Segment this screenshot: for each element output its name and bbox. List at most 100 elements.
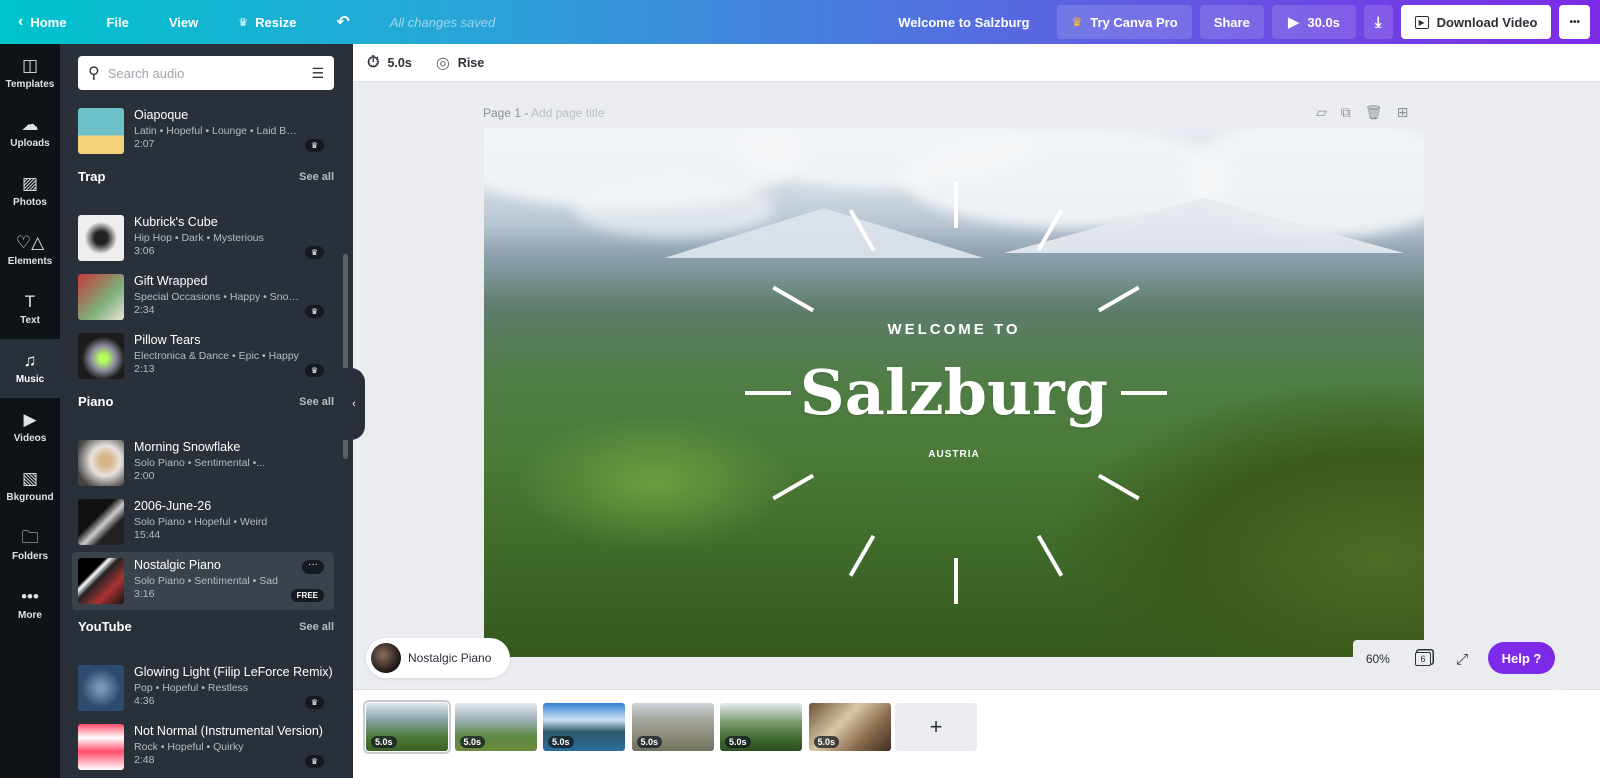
page-title-input[interactable]: Add page title (531, 106, 604, 120)
timeline-slide[interactable]: 5.0s (363, 700, 451, 754)
more-options-button[interactable]: ••• (1559, 5, 1590, 39)
track-duration: 2:48 (134, 754, 155, 766)
timeline-slide[interactable]: 5.0s (720, 703, 802, 751)
vertical-scrollbar[interactable] (1552, 82, 1566, 690)
rail-label: Photos (13, 197, 47, 208)
welcome-text[interactable]: WELCOME TO (484, 321, 1424, 338)
slide-duration: 5.0s (725, 736, 751, 748)
sunburst-ray (1097, 285, 1140, 313)
rail-label: Music (15, 374, 45, 385)
trash-icon[interactable]: 🗑 (1365, 104, 1383, 121)
track-duration: 2:13 (134, 363, 155, 375)
zoom-level[interactable]: 60% (1366, 652, 1390, 666)
share-button[interactable]: Share (1199, 5, 1264, 39)
see-all-link[interactable]: See all (299, 621, 334, 633)
sunburst-ray (1121, 391, 1167, 395)
animate-button[interactable]: ◎ Rise (436, 53, 484, 73)
rail-item-videos[interactable]: ▶ Videos (0, 398, 60, 457)
see-all-link[interactable]: See all (299, 396, 334, 408)
file-menu[interactable]: File (106, 15, 128, 30)
duplicate-page-icon[interactable]: ⧉ (1341, 104, 1351, 121)
help-button[interactable]: Help ? (1488, 642, 1555, 674)
audio-track[interactable]: Pillow Tears Electronica & Dance • Epic … (72, 327, 334, 385)
duration-button[interactable]: ⏱ 5.0s (367, 54, 412, 72)
rail-label: Templates (5, 79, 55, 90)
try-canva-pro-button[interactable]: ♛ Try Canva Pro (1057, 5, 1192, 39)
track-name: Kubrick's Cube (134, 215, 218, 229)
track-duration: 2:00 (134, 470, 155, 482)
crown-icon: ♛ (1071, 15, 1083, 29)
undo-icon: ↶ (336, 14, 350, 31)
page-grid-button[interactable]: 6 (1415, 652, 1431, 666)
resize-button[interactable]: ♛ Resize (238, 15, 296, 30)
track-tags: Hip Hop • Dark • Mysterious (134, 232, 264, 244)
download-video-button[interactable]: ▸ Download Video (1400, 5, 1552, 39)
rail-item-uploads[interactable]: ☁ Uploads (0, 103, 60, 162)
timeline-slide[interactable]: 5.0s (631, 703, 714, 751)
salzburg-title[interactable]: Salzburg (484, 356, 1424, 429)
collapse-panel-button[interactable]: ‹ (343, 368, 365, 440)
filter-sliders-icon[interactable]: ☰ (311, 65, 324, 82)
add-page-icon[interactable]: ⊞ (1397, 104, 1409, 121)
save-status: All changes saved (389, 14, 496, 30)
audio-track[interactable]: 2006-June-26 Solo Piano • Hopeful • Weir… (72, 493, 334, 551)
section-header-youtube: YouTube See all (78, 619, 334, 634)
free-badge: FREE (290, 589, 324, 602)
timeline-slide[interactable]: 5.0s (808, 703, 891, 751)
audio-track[interactable]: Morning Snowflake Solo Piano • Sentiment… (72, 434, 334, 492)
home-button[interactable]: ‹ Home (18, 13, 66, 31)
slide-duration: 5.0s (813, 736, 840, 748)
audio-track[interactable]: Oiapoque Latin • Hopeful • Lounge • Laid… (72, 102, 334, 160)
download-button[interactable]: ⤓ (1363, 5, 1393, 39)
pro-crown-badge: ♛ (304, 755, 324, 768)
play-button[interactable]: ▶ 30.0s (1271, 5, 1356, 39)
timeline-slide[interactable]: 5.0s (543, 703, 625, 751)
track-tags: Electronica & Dance • Epic • Happy (134, 350, 299, 362)
rail-item-bkground[interactable]: ▧ Bkground (0, 457, 60, 516)
view-menu[interactable]: View (169, 15, 198, 30)
section-header-trap: Trap See all (78, 169, 334, 184)
note-icon[interactable]: ▱ (1316, 104, 1327, 121)
undo-button[interactable]: ↶ (336, 12, 349, 32)
rail-item-elements[interactable]: ♡△ Elements (0, 221, 60, 280)
design-title[interactable]: Welcome to Salzburg (898, 15, 1029, 30)
rail-item-photos[interactable]: ▨ Photos (0, 162, 60, 221)
search-audio-input[interactable] (107, 65, 312, 81)
cloud-upload-icon: ☁ (21, 115, 39, 134)
design-canvas[interactable]: WELCOME TO Salzburg AUSTRIA (484, 128, 1424, 657)
rail-label: Text (20, 315, 40, 326)
video-icon: ▶ (23, 410, 37, 429)
add-slide-button[interactable]: + (895, 703, 977, 751)
audio-track[interactable]: Gift Wrapped Special Occasions • Happy •… (72, 268, 334, 326)
track-duration: 15:44 (134, 529, 161, 541)
audio-track-pill[interactable]: Nostalgic Piano (366, 638, 510, 678)
track-duration: 2:34 (134, 304, 155, 316)
rail-item-templates[interactable]: ◫ Templates (0, 44, 60, 103)
audio-track[interactable]: Nostalgic Piano Solo Piano • Sentimental… (72, 552, 334, 610)
sunburst-ray (954, 182, 958, 228)
horizontal-scrollbar[interactable] (353, 676, 1600, 690)
section-title: YouTube (78, 619, 132, 634)
audio-track[interactable]: Kubrick's Cube Hip Hop • Dark • Mysterio… (72, 209, 334, 267)
sunburst-ray (772, 285, 815, 313)
track-tags: Pop • Hopeful • Restless (134, 682, 249, 694)
rail-item-music[interactable]: ♫ Music (0, 339, 60, 398)
crown-icon: ♛ (238, 16, 249, 29)
image-icon: ▨ (21, 174, 39, 193)
track-name: Gift Wrapped (134, 274, 208, 288)
track-duration: 3:06 (134, 245, 155, 257)
zoom-controls: 60% 6 ⤢ (1353, 640, 1481, 678)
track-more-button[interactable]: ··· (302, 560, 324, 574)
audio-track[interactable]: Not Normal (Instrumental Version) Rock •… (72, 718, 334, 776)
pro-crown-badge: ♛ (304, 246, 324, 259)
audio-track[interactable]: Glowing Light (Filip LeForce Remix) Pop … (72, 659, 334, 717)
pro-crown-badge: ♛ (304, 696, 324, 709)
see-all-link[interactable]: See all (299, 171, 334, 183)
fullscreen-icon[interactable]: ⤢ (1456, 651, 1468, 668)
rail-item-folders[interactable]: 🗀 Folders (0, 516, 60, 575)
austria-subtitle[interactable]: AUSTRIA (484, 449, 1424, 460)
timeline-slide[interactable]: 5.0s (454, 703, 537, 751)
rail-item-text[interactable]: T Text (0, 280, 60, 339)
rail-item-more[interactable]: ••• More (0, 575, 60, 634)
rail-label: Bkground (6, 492, 54, 503)
